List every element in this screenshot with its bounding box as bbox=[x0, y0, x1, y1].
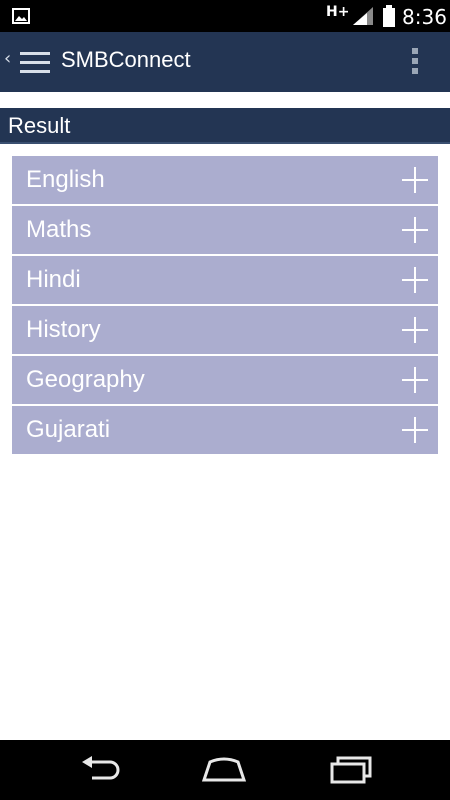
plus-icon[interactable] bbox=[402, 367, 428, 397]
menu-icon[interactable] bbox=[20, 50, 50, 78]
subject-item-maths[interactable]: Maths bbox=[12, 206, 438, 254]
subject-label: Geography bbox=[26, 366, 145, 393]
status-bar: H+ 8:36 bbox=[0, 0, 450, 32]
status-clock: 8:36 bbox=[402, 5, 447, 29]
subject-item-history[interactable]: History bbox=[12, 306, 438, 354]
plus-icon[interactable] bbox=[402, 167, 428, 197]
signal-icon bbox=[352, 6, 374, 30]
result-section-header: Result bbox=[0, 108, 450, 144]
plus-icon[interactable] bbox=[402, 317, 428, 347]
subject-label: Hindi bbox=[26, 266, 81, 293]
app-bar: ‹ SMBConnect bbox=[0, 32, 450, 92]
subject-item-geography[interactable]: Geography bbox=[12, 356, 438, 404]
overflow-menu-icon[interactable] bbox=[405, 46, 425, 80]
network-type-label: H+ bbox=[326, 4, 350, 20]
plus-icon[interactable] bbox=[402, 217, 428, 247]
subject-label: English bbox=[26, 166, 105, 193]
recents-nav-icon[interactable] bbox=[328, 754, 376, 788]
subject-label: History bbox=[26, 316, 101, 343]
gallery-icon bbox=[12, 8, 30, 28]
subject-item-hindi[interactable]: Hindi bbox=[12, 256, 438, 304]
app-title: SMBConnect bbox=[61, 47, 191, 72]
subject-item-gujarati[interactable]: Gujarati bbox=[12, 406, 438, 454]
subject-label: Gujarati bbox=[26, 416, 111, 443]
back-caret-icon[interactable]: ‹ bbox=[4, 49, 11, 69]
subject-item-english[interactable]: English bbox=[12, 156, 438, 204]
section-title: Result bbox=[8, 113, 71, 138]
plus-icon[interactable] bbox=[402, 267, 428, 297]
subject-label: Maths bbox=[26, 216, 92, 243]
battery-icon bbox=[382, 5, 396, 31]
subject-list: English Maths Hindi History Geography Gu… bbox=[12, 156, 438, 456]
home-nav-icon[interactable] bbox=[200, 754, 248, 788]
system-navigation-bar bbox=[0, 740, 450, 800]
plus-icon[interactable] bbox=[402, 417, 428, 447]
back-nav-icon[interactable] bbox=[78, 754, 122, 788]
